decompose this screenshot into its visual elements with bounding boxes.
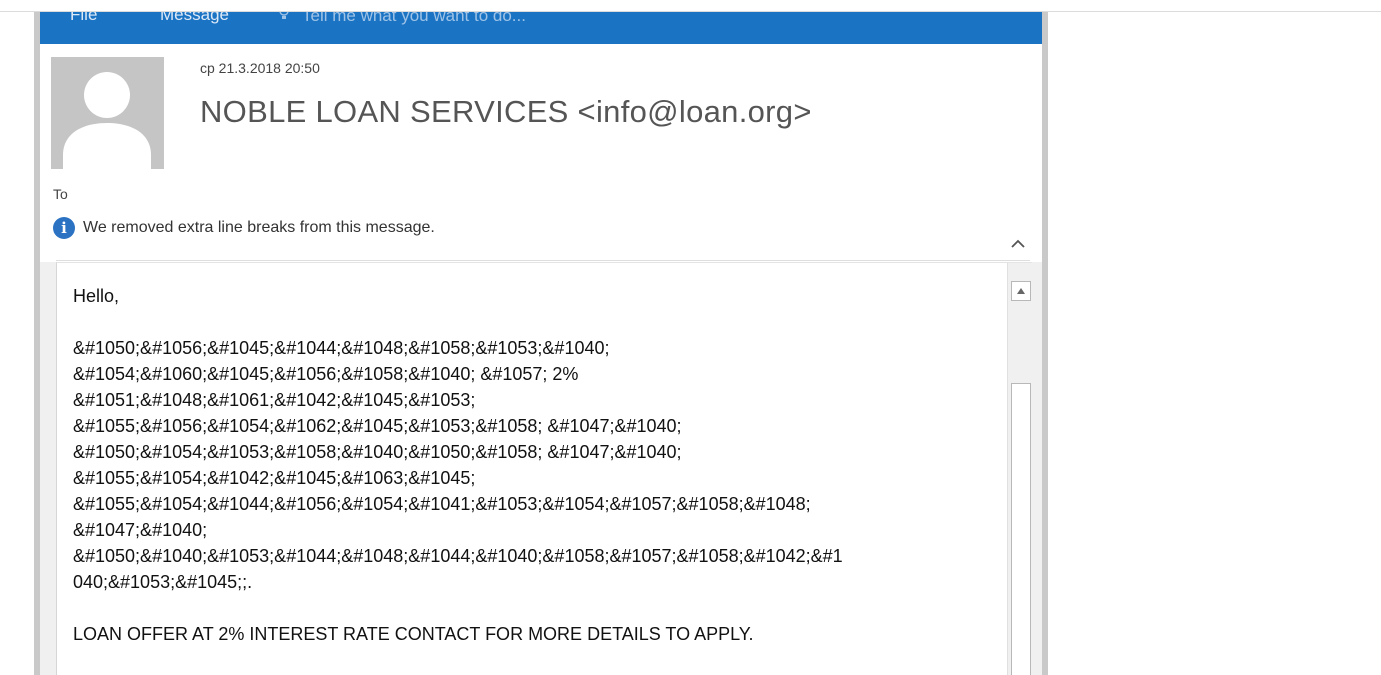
- scroll-up-button[interactable]: [1011, 281, 1031, 301]
- triangle-up-icon: [1017, 288, 1025, 294]
- encoded-line: &#1050;&#1040;&#1053;&#1044;&#1048;&#104…: [73, 546, 843, 566]
- body-text: Hello, &#1050;&#1056;&#1045;&#1044;&#104…: [73, 283, 1003, 647]
- vertical-scrollbar[interactable]: [1007, 263, 1033, 675]
- to-label: To: [53, 186, 68, 202]
- info-icon: i: [53, 217, 75, 239]
- screen: File Message Tell me what you want to do…: [0, 0, 1381, 675]
- encoded-line: &#1054;&#1060;&#1045;&#1056;&#1058;&#104…: [73, 364, 579, 384]
- offer-text: LOAN OFFER AT 2% INTEREST RATE CONTACT F…: [73, 624, 754, 644]
- encoded-line: &#1055;&#1054;&#1044;&#1056;&#1054;&#104…: [73, 494, 811, 514]
- ribbon: File Message Tell me what you want to do…: [40, 12, 1042, 44]
- person-silhouette-icon: [63, 72, 151, 169]
- message-header: cp 21.3.2018 20:50 NOBLE LOAN SERVICES <…: [40, 44, 1042, 262]
- message-body: Hello, &#1050;&#1056;&#1045;&#1044;&#104…: [56, 262, 1033, 675]
- chevron-up-icon[interactable]: [1006, 232, 1030, 256]
- greeting: Hello,: [73, 286, 120, 306]
- encoded-line: &#1047;&#1040;: [73, 520, 208, 540]
- tab-file[interactable]: File: [70, 12, 97, 25]
- lightbulb-icon: [278, 12, 292, 26]
- tell-me-text: Tell me what you want to do...: [302, 12, 526, 25]
- sender-name[interactable]: NOBLE LOAN SERVICES <info@loan.org>: [200, 94, 812, 130]
- encoded-line: &#1055;&#1054;&#1042;&#1045;&#1063;&#104…: [73, 468, 476, 488]
- sent-date: cp 21.3.2018 20:50: [200, 60, 320, 76]
- encoded-line: &#1055;&#1056;&#1054;&#1062;&#1045;&#105…: [73, 416, 682, 436]
- header-divider: [56, 260, 1030, 261]
- encoded-line: &#1050;&#1056;&#1045;&#1044;&#1048;&#105…: [73, 338, 610, 358]
- email-window: File Message Tell me what you want to do…: [34, 12, 1048, 675]
- encoded-line: 040;&#1053;&#1045;;.: [73, 572, 253, 592]
- encoded-line: &#1050;&#1054;&#1053;&#1058;&#1040;&#105…: [73, 442, 682, 462]
- avatar[interactable]: [51, 57, 164, 169]
- tab-message[interactable]: Message: [160, 12, 229, 25]
- info-text: We removed extra line breaks from this m…: [83, 219, 435, 236]
- encoded-line: &#1051;&#1048;&#1061;&#1042;&#1045;&#105…: [73, 390, 476, 410]
- scroll-thumb[interactable]: [1011, 383, 1031, 675]
- tell-me-search[interactable]: Tell me what you want to do...: [278, 12, 526, 26]
- info-bar: i We removed extra line breaks from this…: [53, 216, 435, 240]
